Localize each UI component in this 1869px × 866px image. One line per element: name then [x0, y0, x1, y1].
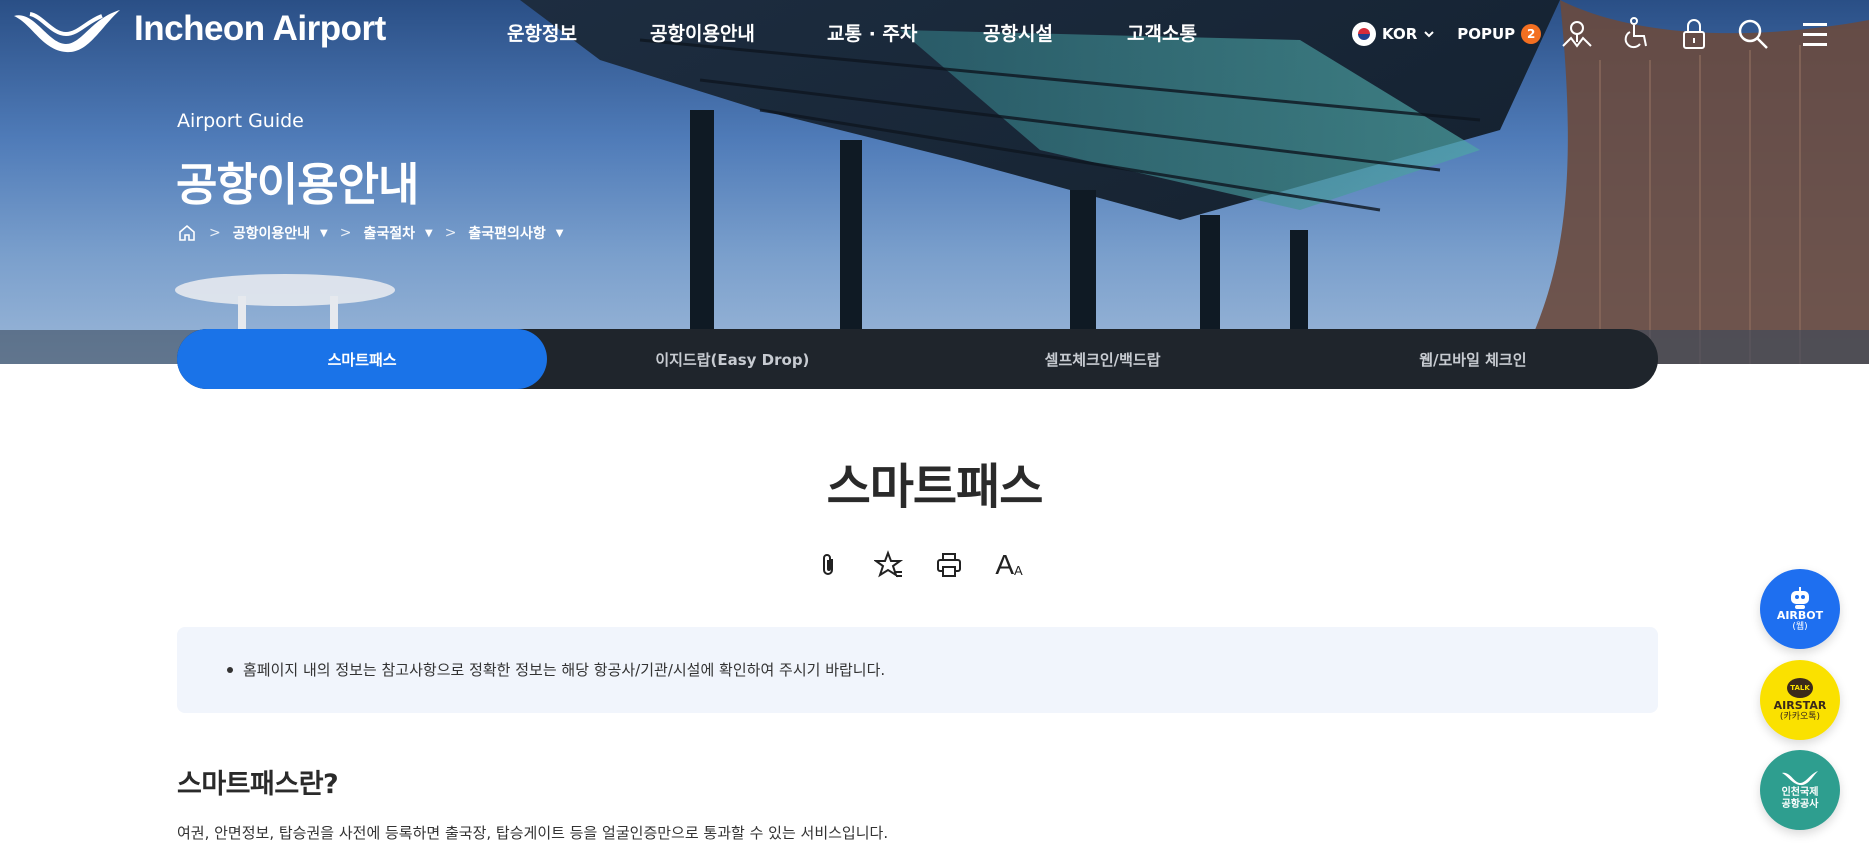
airstar-title: AIRSTAR — [1773, 699, 1827, 712]
menu-icon[interactable] — [1797, 16, 1833, 52]
site-logo[interactable]: Incheon Airport — [8, 4, 386, 54]
airbot-subtitle: (웹) — [1792, 622, 1808, 632]
page-title: 스마트패스 — [826, 459, 1044, 515]
corp-name-line1: 인천국제 — [1781, 787, 1819, 798]
incheon-airport-logo-icon — [14, 10, 120, 53]
nav-flight-info[interactable]: 운항정보 — [507, 19, 577, 46]
corp-name-line2: 공항공사 — [1781, 799, 1819, 810]
tab-web-mobile-checkin[interactable]: 웹/모바일 체크인 — [1288, 329, 1658, 389]
printer-icon — [937, 553, 961, 577]
popup-label: POPUP — [1457, 25, 1516, 43]
notice-box: 홈페이지 내의 정보는 참고사항으로 정확한 정보는 해당 항공사/기관/시설에… — [177, 627, 1658, 713]
airport-corp-button[interactable]: 인천국제 공항공사 — [1760, 750, 1840, 830]
page-tools: A A — [810, 546, 1028, 584]
font-size-large-label: A — [995, 549, 1014, 580]
chevron-down-icon — [1424, 31, 1434, 38]
breadcrumb-separator: > — [444, 225, 457, 241]
utility-bar: KOR POPUP 2 — [1352, 16, 1542, 52]
notice-text: 홈페이지 내의 정보는 참고사항으로 정확한 정보는 해당 항공사/기관/시설에… — [243, 661, 886, 679]
caret-down-icon[interactable]: ▼ — [556, 228, 564, 239]
copy-link-button[interactable] — [810, 546, 848, 584]
nav-facilities[interactable]: 공항시설 — [983, 19, 1053, 46]
section-title: 스마트패스란? — [177, 769, 339, 800]
airbot-title: AIRBOT — [1776, 609, 1824, 622]
popup-button[interactable]: POPUP 2 — [1457, 24, 1542, 44]
tab-smartpass[interactable]: 스마트패스 — [177, 329, 548, 389]
nav-transport-parking[interactable]: 교통 · 주차 — [827, 19, 917, 46]
robot-icon — [1791, 587, 1809, 609]
language-selector[interactable]: KOR — [1352, 22, 1435, 46]
paperclip-icon — [823, 554, 833, 575]
tab-easy-drop[interactable]: 이지드랍(Easy Drop) — [547, 329, 917, 389]
airstar-button[interactable]: TALK AIRSTAR (카카오톡) — [1760, 660, 1840, 740]
search-icon[interactable] — [1735, 16, 1771, 52]
breadcrumb-item-departure-procedure[interactable]: 출국절차 — [363, 223, 415, 243]
map-icon[interactable] — [1559, 16, 1595, 52]
korea-flag-icon — [1352, 22, 1376, 46]
airbot-button[interactable]: AIRBOT (웹) — [1760, 569, 1840, 649]
hero-title: 공항이용안내 — [176, 158, 419, 211]
caret-down-icon[interactable]: ▼ — [425, 228, 433, 239]
logo-text: Incheon Airport — [134, 9, 386, 48]
language-label: KOR — [1382, 25, 1418, 43]
tab-self-checkin[interactable]: 셀프체크인/백드랍 — [918, 329, 1288, 389]
print-button[interactable] — [930, 546, 968, 584]
lock-icon[interactable] — [1676, 16, 1712, 52]
hero-subtitle: Airport Guide — [177, 110, 304, 132]
breadcrumb-separator: > — [209, 225, 221, 241]
font-size-small-label: A — [1014, 562, 1023, 578]
nav-customer[interactable]: 고객소통 — [1127, 19, 1197, 46]
incheon-airport-logo-icon — [1782, 771, 1818, 786]
bullet-icon — [227, 667, 233, 673]
breadcrumb-item-airport-guide[interactable]: 공항이용안내 — [233, 223, 310, 243]
content-tabs: 스마트패스 이지드랍(Easy Drop) 셀프체크인/백드랍 웹/모바일 체크… — [177, 329, 1658, 389]
caret-down-icon[interactable]: ▼ — [320, 228, 328, 239]
breadcrumb-item-departure-convenience[interactable]: 출국편의사항 — [468, 223, 545, 243]
breadcrumb: > 공항이용안내 ▼ > 출국절차 ▼ > 출국편의사항 ▼ — [177, 223, 563, 243]
airstar-subtitle: (카카오톡) — [1779, 712, 1821, 722]
star-icon — [874, 550, 904, 578]
kakao-talk-icon: TALK — [1787, 678, 1813, 698]
home-icon[interactable] — [177, 223, 197, 243]
accessibility-icon[interactable] — [1618, 16, 1654, 52]
font-size-button[interactable]: A A — [990, 546, 1028, 584]
popup-count-badge: 2 — [1521, 24, 1542, 44]
nav-airport-guide[interactable]: 공항이용안내 — [650, 19, 755, 46]
section-body: 여권, 안면정보, 탑승권을 사전에 등록하면 출국장, 탑승게이트 등을 얼굴… — [177, 824, 889, 842]
breadcrumb-separator: > — [339, 225, 352, 241]
bookmark-button[interactable] — [870, 546, 908, 584]
